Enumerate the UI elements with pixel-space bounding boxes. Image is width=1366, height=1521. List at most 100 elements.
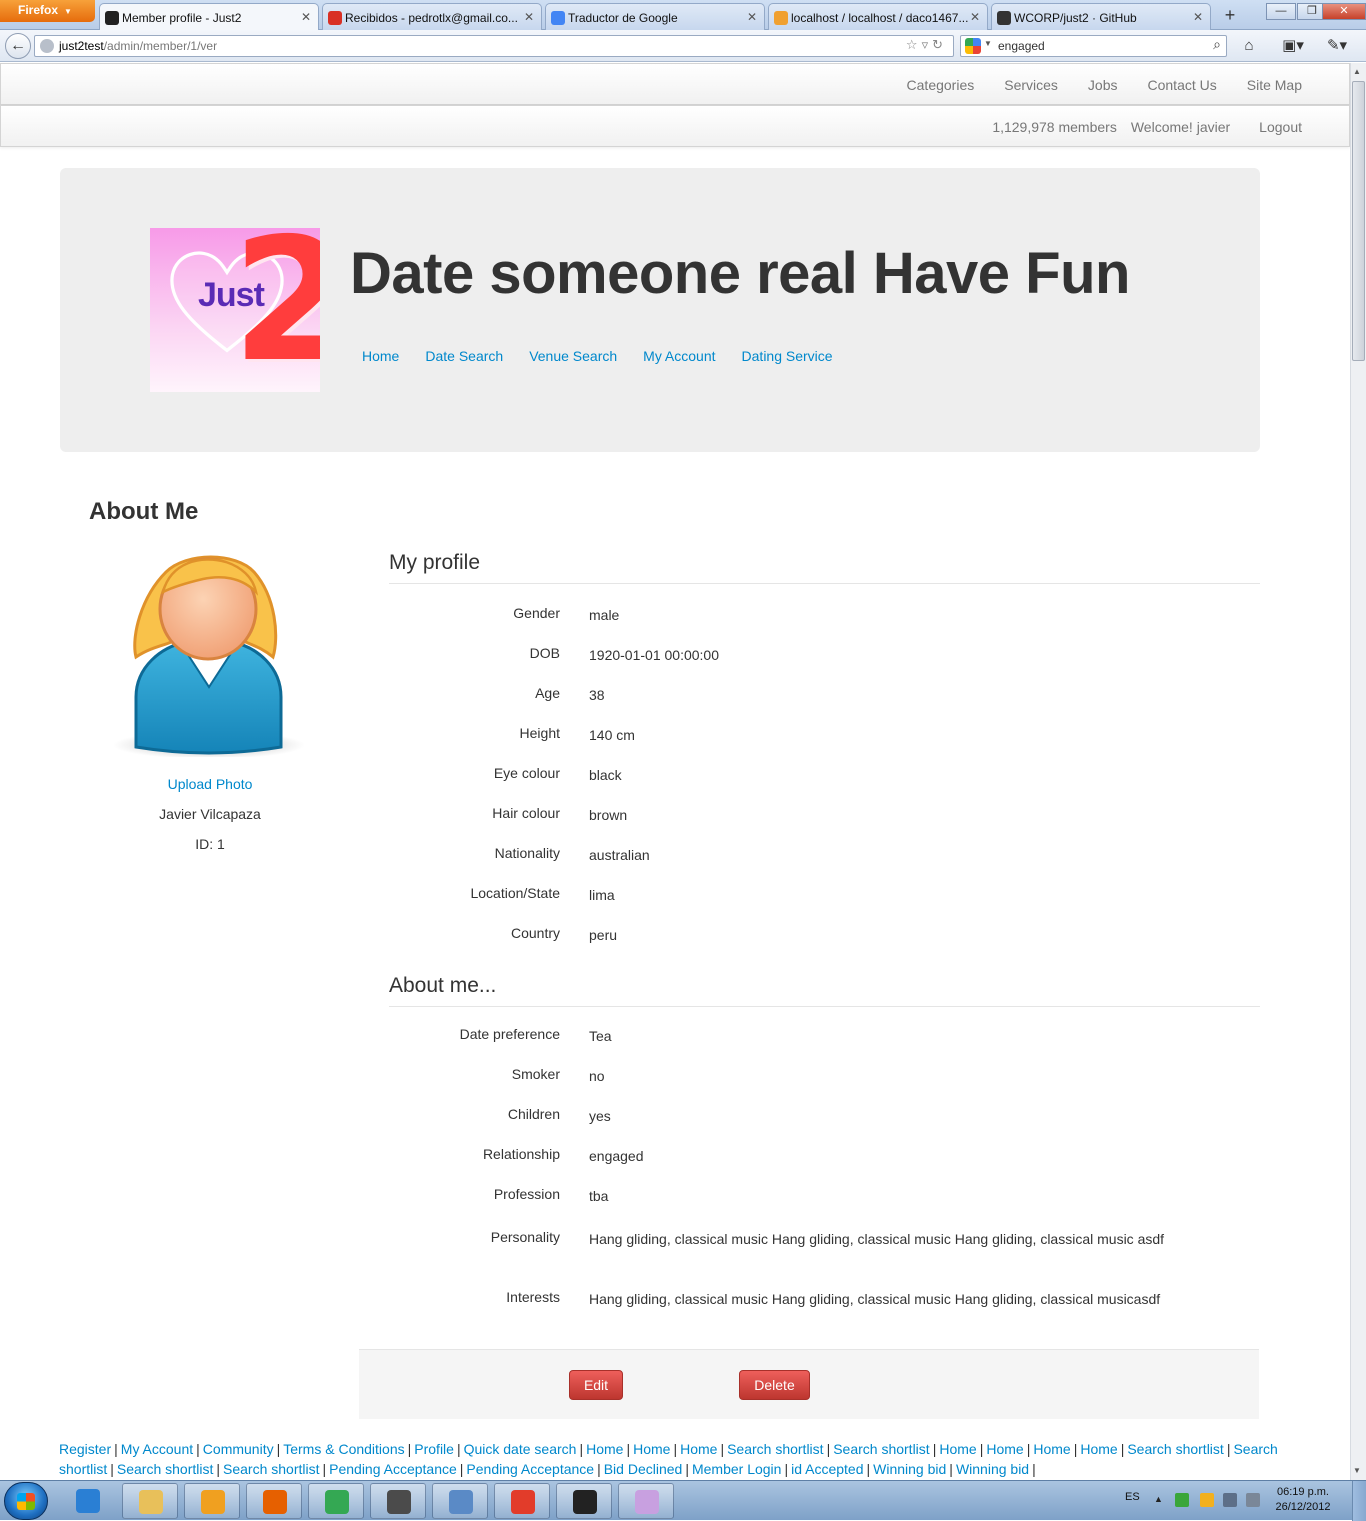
footer-link[interactable]: Quick date search [464,1441,577,1457]
home-icon[interactable]: ⌂ [1236,35,1262,57]
taskbar-app[interactable] [618,1483,674,1519]
footer-link[interactable]: Pending Acceptance [466,1461,594,1477]
footer-separator: | [826,1441,831,1457]
footer-link[interactable]: Bid Declined [604,1461,683,1477]
page-scrollbar[interactable]: ▲ ▼ [1350,63,1366,1480]
history-dropdown-icon[interactable]: ▿ [922,37,933,52]
minimize-button[interactable]: — [1266,3,1296,20]
browser-tab[interactable]: Traductor de Google ✕ [545,3,765,30]
browser-tab[interactable]: localhost / localhost / daco1467... ✕ [768,3,988,30]
footer-link[interactable]: My Account [121,1441,193,1457]
footer-link[interactable]: Search shortlist [833,1441,929,1457]
bookmarks-menu-icon[interactable]: ▣▾ [1276,35,1310,57]
field-value: tba [589,1188,609,1204]
close-tab-icon[interactable]: ✕ [1193,10,1203,24]
network-icon[interactable] [1223,1493,1237,1507]
back-button[interactable]: ← [5,33,31,59]
taskbar-app[interactable] [122,1483,178,1519]
footer-link[interactable]: Home [633,1441,670,1457]
footer-link[interactable]: Home [939,1441,976,1457]
bookmark-star-icon[interactable]: ☆ [906,37,922,52]
footer-separator: | [276,1441,281,1457]
start-button[interactable] [4,1482,48,1520]
hero-nav-link[interactable]: My Account [643,348,715,364]
topnav-link[interactable]: Site Map [1232,77,1317,93]
close-tab-icon[interactable]: ✕ [301,10,311,24]
my-profile-heading: My profile [389,551,1260,584]
search-icon[interactable]: ⌕ [1213,36,1221,53]
field-label: Relationship [482,1146,560,1162]
search-input[interactable]: engaged [998,39,1045,53]
google-icon[interactable] [965,38,981,54]
close-tab-icon[interactable]: ✕ [747,10,757,24]
tools-icon[interactable]: ✎▾ [1320,35,1354,57]
footer-link[interactable]: Search shortlist [223,1461,319,1477]
show-hidden-icons-icon[interactable]: ▲ [1154,1494,1168,1508]
taskbar-app[interactable] [556,1483,612,1519]
logout-link[interactable]: Logout [1237,119,1317,135]
footer-link[interactable]: Search shortlist [117,1461,213,1477]
new-tab-button[interactable]: + [1217,4,1243,28]
close-tab-icon[interactable]: ✕ [524,10,534,24]
firefox-menu-button[interactable]: Firefox ▼ [0,0,95,22]
topnav-link[interactable]: Contact Us [1133,77,1232,93]
footer-link[interactable]: Home [986,1441,1023,1457]
scroll-down-icon[interactable]: ▼ [1353,1466,1361,1475]
topnav-link[interactable]: Categories [892,77,990,93]
search-engine-dropdown-icon[interactable]: ▼ [984,39,992,48]
topnav-link[interactable]: Services [989,77,1073,93]
browser-tab[interactable]: WCORP/just2 · GitHub ✕ [991,3,1211,30]
delete-button[interactable]: Delete [739,1370,810,1400]
footer-link[interactable]: Home [680,1441,717,1457]
clock[interactable]: 06:19 p.m. 26/12/2012 [1268,1485,1338,1515]
footer-link[interactable]: Search shortlist [1127,1441,1223,1457]
taskbar-app[interactable] [308,1483,364,1519]
scroll-up-icon[interactable]: ▲ [1353,67,1361,76]
clock-time: 06:19 p.m. [1277,1486,1329,1498]
tray-app-yellow-icon[interactable] [1200,1493,1214,1507]
taskbar-app[interactable] [184,1483,240,1519]
close-tab-icon[interactable]: ✕ [970,10,980,24]
taskbar-app[interactable] [246,1483,302,1519]
tab-favicon-icon [328,11,342,25]
topnav-link[interactable]: Jobs [1073,77,1133,93]
taskbar-app[interactable] [60,1483,116,1519]
reload-icon[interactable]: ↻ [932,37,947,52]
upload-photo-link[interactable]: Upload Photo [110,776,310,792]
browser-tab[interactable]: Member profile - Just2 ✕ [99,3,319,31]
browser-tab[interactable]: Recibidos - pedrotlx@gmail.co... ✕ [322,3,542,30]
field-value: Hang gliding, classical music Hang glidi… [589,1231,1165,1247]
footer-separator: | [216,1461,220,1477]
address-bar[interactable]: just2test/admin/member/1/ver ☆▿↻ [34,35,954,57]
hero-nav-link[interactable]: Dating Service [742,348,833,364]
close-window-button[interactable]: ✕ [1322,3,1366,20]
footer-link[interactable]: Winning bid [956,1461,1029,1477]
footer-link[interactable]: Member Login [692,1461,782,1477]
hero-nav-link[interactable]: Home [362,348,399,364]
show-desktop-button[interactable] [1352,1481,1366,1521]
hero-nav-link[interactable]: Date Search [425,348,503,364]
language-indicator[interactable]: ES [1125,1491,1140,1503]
field-value: 140 cm [589,727,635,743]
volume-icon[interactable] [1246,1493,1260,1507]
search-bar[interactable]: ▼ engaged ⌕ [960,35,1227,57]
footer-link[interactable]: id Accepted [791,1461,863,1477]
footer-link[interactable]: Register [59,1441,111,1457]
footer-link[interactable]: Winning bid [873,1461,946,1477]
footer-link[interactable]: Terms & Conditions [283,1441,404,1457]
footer-link[interactable]: Home [586,1441,623,1457]
footer-link[interactable]: Pending Acceptance [329,1461,457,1477]
taskbar-app[interactable] [370,1483,426,1519]
scrollbar-thumb[interactable] [1352,81,1365,361]
footer-link[interactable]: Profile [414,1441,454,1457]
footer-link[interactable]: Home [1033,1441,1070,1457]
tray-app-green-icon[interactable] [1175,1493,1189,1507]
edit-button[interactable]: Edit [569,1370,623,1400]
footer-link[interactable]: Search shortlist [727,1441,823,1457]
taskbar-app[interactable] [494,1483,550,1519]
taskbar-app[interactable] [432,1483,488,1519]
hero-nav-link[interactable]: Venue Search [529,348,617,364]
footer-link[interactable]: Community [203,1441,274,1457]
just2-logo[interactable]: 2 Just [150,228,320,392]
footer-link[interactable]: Home [1080,1441,1117,1457]
